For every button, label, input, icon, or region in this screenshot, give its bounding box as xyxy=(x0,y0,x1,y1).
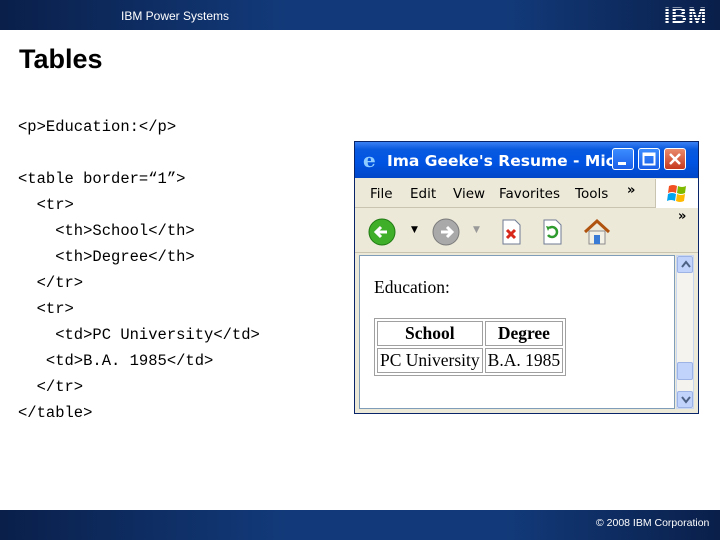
menu-file[interactable]: File xyxy=(370,186,393,202)
slide-title: Tables xyxy=(19,44,103,74)
table-header-cell: School xyxy=(377,321,483,346)
back-button[interactable] xyxy=(367,217,397,247)
menu-favorites[interactable]: Favorites xyxy=(499,186,560,202)
refresh-button[interactable] xyxy=(537,217,567,247)
internet-explorer-icon: e xyxy=(363,148,376,172)
toolbar-overflow-chevron[interactable]: » xyxy=(678,209,686,224)
top-banner: IBM Power Systems IBM xyxy=(0,0,720,30)
minimize-button[interactable] xyxy=(612,148,634,170)
product-name: IBM Power Systems xyxy=(121,9,230,23)
code-line: <tr> xyxy=(18,196,74,214)
copyright-notice: © 2008 IBM Corporation xyxy=(596,517,710,529)
vertical-scrollbar[interactable] xyxy=(676,255,694,409)
code-line: <td>PC University</td> xyxy=(18,326,260,344)
window-title: Ima Geeke's Resume - Mic... xyxy=(387,152,633,170)
code-line: </tr> xyxy=(18,274,84,292)
arrow-up-icon xyxy=(681,260,691,268)
scroll-thumb[interactable] xyxy=(677,362,693,380)
back-dropdown-icon[interactable]: ▼ xyxy=(411,225,418,235)
code-line: </table> xyxy=(18,404,93,422)
table-cell: PC University xyxy=(377,348,483,373)
menu-overflow-chevron[interactable]: » xyxy=(627,183,635,198)
menu-bar: File Edit View Favorites Tools » xyxy=(355,178,698,208)
ibm-logo: IBM xyxy=(664,3,708,28)
windows-logo xyxy=(655,179,698,208)
forward-dropdown-icon[interactable]: ▼ xyxy=(473,225,480,235)
maximize-button[interactable] xyxy=(638,148,660,170)
browser-toolbar: ▼ ▼ » xyxy=(355,209,698,253)
code-line: <td>B.A. 1985</td> xyxy=(18,352,214,370)
menu-edit[interactable]: Edit xyxy=(410,186,436,202)
refresh-icon xyxy=(543,219,562,245)
code-line: <table border=“1”> xyxy=(18,170,186,188)
scroll-down-button[interactable] xyxy=(677,391,693,408)
arrow-down-icon xyxy=(681,396,691,404)
stop-button[interactable] xyxy=(496,217,526,247)
home-button[interactable] xyxy=(582,217,612,247)
browser-window: e Ima Geeke's Resume - Mic... File Edit … xyxy=(354,141,699,414)
education-label: Education: xyxy=(374,277,450,297)
forward-button[interactable] xyxy=(431,217,461,247)
windows-flag-icon xyxy=(667,185,686,202)
code-line: </tr> xyxy=(18,378,84,396)
back-icon xyxy=(368,218,396,246)
menu-tools[interactable]: Tools xyxy=(575,186,608,202)
page-viewport: Education: School Degree PC University B… xyxy=(359,255,675,409)
table-cell: B.A. 1985 xyxy=(484,348,564,373)
forward-icon xyxy=(432,218,460,246)
table-header-cell: Degree xyxy=(484,321,564,346)
table-row: PC University B.A. 1985 xyxy=(377,348,564,373)
close-button[interactable] xyxy=(664,148,686,170)
code-line: <tr> xyxy=(18,300,74,318)
code-line: <th>Degree</th> xyxy=(18,248,195,266)
stop-icon xyxy=(502,219,521,245)
window-titlebar[interactable]: e Ima Geeke's Resume - Mic... xyxy=(355,142,698,178)
scroll-up-button[interactable] xyxy=(677,256,693,273)
education-table: School Degree PC University B.A. 1985 xyxy=(374,318,567,376)
table-header-row: School Degree xyxy=(377,321,564,346)
menu-view[interactable]: View xyxy=(453,186,485,202)
code-line: <p>Education:</p> xyxy=(18,118,177,136)
home-icon xyxy=(583,218,611,245)
minimize-icon xyxy=(618,162,626,165)
maximize-icon xyxy=(642,152,656,166)
code-line: <th>School</th> xyxy=(18,222,195,240)
close-icon xyxy=(669,153,681,165)
